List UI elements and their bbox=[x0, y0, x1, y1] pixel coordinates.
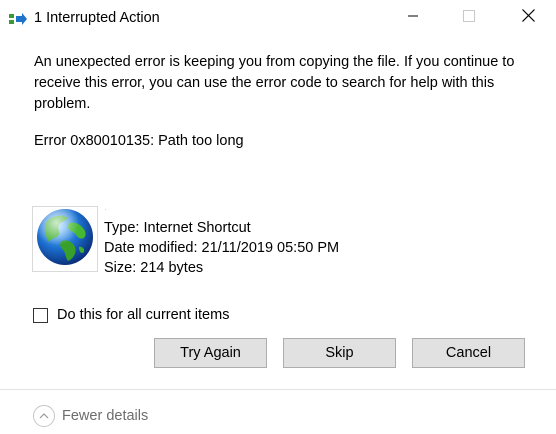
error-code: Error 0x80010135: Path too long bbox=[34, 133, 244, 149]
apply-to-all-checkbox[interactable] bbox=[33, 307, 48, 323]
file-type: Type: Internet Shortcut bbox=[104, 220, 251, 236]
globe-icon bbox=[35, 207, 95, 272]
close-icon bbox=[521, 9, 535, 27]
fewer-details-toggle[interactable]: Fewer details bbox=[33, 405, 148, 427]
maximize-icon bbox=[463, 9, 475, 27]
close-button[interactable] bbox=[505, 0, 551, 36]
error-message: An unexpected error is keeping you from … bbox=[34, 54, 515, 112]
maximize-button[interactable] bbox=[446, 0, 492, 36]
file-details: Type: Internet Shortcut Date modified: 2… bbox=[104, 218, 339, 278]
file-name: · bbox=[104, 204, 107, 214]
minimize-icon bbox=[407, 9, 419, 27]
try-again-button[interactable]: Try Again bbox=[154, 338, 267, 368]
cancel-button[interactable]: Cancel bbox=[412, 338, 525, 368]
fewer-details-label[interactable]: Fewer details bbox=[62, 408, 148, 424]
apply-to-all-row[interactable]: Do this for all current items bbox=[33, 307, 229, 323]
footer-divider bbox=[0, 389, 556, 390]
chevron-up-icon[interactable] bbox=[33, 405, 55, 427]
interrupted-action-dialog: 1 Interrupted Action An unexpected error… bbox=[0, 0, 556, 434]
file-size: Size: 214 bytes bbox=[104, 260, 204, 276]
skip-button[interactable]: Skip bbox=[283, 338, 396, 368]
minimize-button[interactable] bbox=[390, 0, 436, 36]
title-bar: 1 Interrupted Action bbox=[0, 0, 556, 37]
file-date-modified: Date modified: 21/11/2019 05:50 PM bbox=[104, 240, 340, 256]
copy-transfer-icon bbox=[9, 12, 27, 25]
apply-to-all-label[interactable]: Do this for all current items bbox=[57, 307, 229, 323]
file-thumbnail bbox=[32, 206, 98, 272]
window-title: 1 Interrupted Action bbox=[34, 10, 160, 26]
